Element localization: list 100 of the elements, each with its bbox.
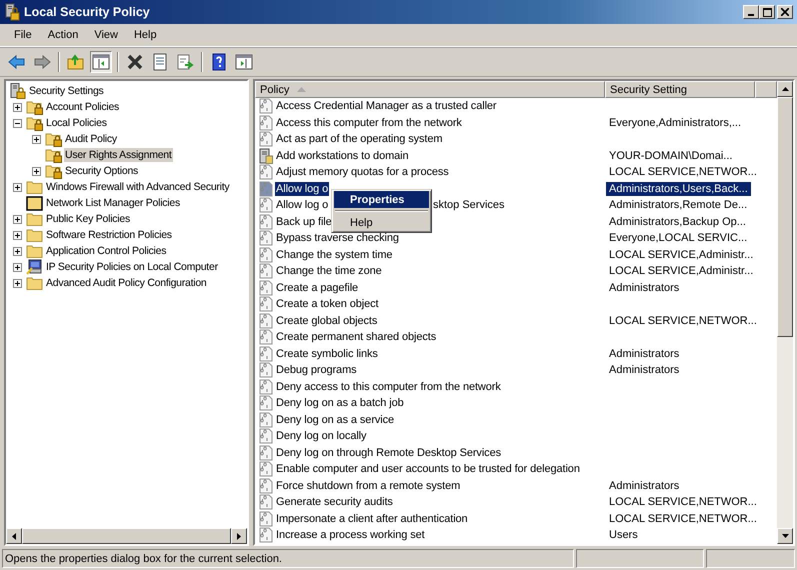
folder-icon xyxy=(26,275,44,291)
expand-icon[interactable] xyxy=(13,182,22,192)
tree-item[interactable]: Security Options xyxy=(64,164,140,178)
server-icon xyxy=(259,148,273,164)
tree-item[interactable]: Public Key Policies xyxy=(45,212,131,226)
expand-icon[interactable] xyxy=(13,262,22,272)
policy-name[interactable]: Add workstations to domain xyxy=(275,148,410,163)
expand-icon[interactable] xyxy=(13,214,22,224)
policy-document-icon xyxy=(259,412,273,428)
maximize-icon xyxy=(762,8,772,16)
expand-icon[interactable] xyxy=(13,230,22,240)
security-setting: Users xyxy=(608,528,639,542)
column-header[interactable]: Security Setting xyxy=(605,81,755,98)
expand-icon[interactable] xyxy=(13,246,22,256)
tree-item[interactable]: Audit Policy xyxy=(64,132,118,146)
expand-icon[interactable] xyxy=(32,134,41,144)
menu-item[interactable]: Action xyxy=(40,27,86,43)
policy-name[interactable]: Create a pagefile xyxy=(275,280,360,295)
policy-name[interactable]: Deny log on as a service xyxy=(275,412,396,427)
tree-item[interactable]: User Rights Assignment xyxy=(64,148,173,162)
policy-document-icon xyxy=(259,395,273,412)
minimize-button[interactable] xyxy=(743,5,759,19)
window-title: Local Security Policy xyxy=(24,5,151,19)
column-header[interactable]: Policy xyxy=(255,81,605,98)
security-setting: Everyone,Administrators,... xyxy=(608,116,742,130)
tree-item[interactable]: IP Security Policies on Local Computer xyxy=(45,260,219,274)
folder-icon xyxy=(26,227,44,243)
tree-item[interactable]: Software Restriction Policies xyxy=(45,228,173,242)
policy-name[interactable]: Increase a process working set xyxy=(275,528,426,542)
menu-item[interactable]: Help xyxy=(126,27,165,43)
policy-name[interactable]: Debug programs xyxy=(275,363,358,378)
policy-name[interactable]: Create symbolic links xyxy=(275,346,379,361)
expand-icon[interactable] xyxy=(32,166,41,176)
policy-name[interactable]: Enable computer and user accounts to be trusted for delegation xyxy=(275,462,581,476)
policy-name[interactable]: Deny log on locally xyxy=(275,429,368,444)
folder-icon xyxy=(26,211,44,227)
policy-name[interactable]: Create permanent shared objects xyxy=(275,330,438,344)
expand-icon[interactable] xyxy=(13,278,22,288)
tree-item[interactable]: Windows Firewall with Advanced Security xyxy=(45,180,230,194)
scroll-thumb[interactable] xyxy=(777,97,793,337)
close-button[interactable] xyxy=(777,5,793,19)
policy-document-icon xyxy=(259,428,273,444)
policy-document-icon xyxy=(259,263,273,280)
panel-toggle-icon[interactable] xyxy=(90,51,112,73)
down-arrow-icon xyxy=(782,534,788,538)
vertical-scrollbar[interactable] xyxy=(777,81,793,544)
locked-folder-icon xyxy=(26,99,44,115)
policy-name[interactable]: Impersonate a client after authentication xyxy=(275,512,469,526)
scroll-left-button[interactable] xyxy=(6,528,22,544)
security-setting: Administrators xyxy=(608,346,680,361)
tree-item[interactable]: Application Control Policies xyxy=(45,244,168,258)
security-setting: LOCAL SERVICE,NETWOR... xyxy=(608,165,758,180)
expand-icon[interactable] xyxy=(13,102,22,112)
policy-name[interactable]: Change the time zone xyxy=(275,264,383,278)
context-menu-item[interactable]: Properties xyxy=(334,191,429,208)
policy-name[interactable]: Access Credential Manager as a trusted caller xyxy=(275,99,498,114)
scroll-up-button[interactable] xyxy=(777,81,793,97)
security-setting: LOCAL SERVICE,Administr... xyxy=(608,248,754,262)
menu-item[interactable]: View xyxy=(86,27,126,43)
menu-item[interactable]: File xyxy=(6,27,40,43)
policy-name[interactable]: Create global objects xyxy=(275,314,378,328)
policy-document-icon xyxy=(259,230,273,246)
security-setting: LOCAL SERVICE,NETWOR... xyxy=(608,512,758,526)
collapse-icon[interactable] xyxy=(13,118,22,128)
policy-name[interactable]: Create a token object xyxy=(275,297,380,312)
policy-document-icon xyxy=(259,131,273,148)
policy-name[interactable]: Deny access to this computer from the network xyxy=(275,380,502,394)
security-setting: YOUR-DOMAIN\Domai... xyxy=(608,148,734,163)
tree-item[interactable]: Local Policies xyxy=(45,116,108,130)
policy-document-icon xyxy=(259,280,273,296)
policy-name[interactable]: Allow log o xyxy=(275,182,330,196)
tree-item[interactable]: Network List Manager Policies xyxy=(45,196,181,210)
security-setting: LOCAL SERVICE,NETWOR... xyxy=(608,314,758,328)
policy-name[interactable]: Change the system time xyxy=(275,248,394,262)
security-setting: Administrators xyxy=(608,478,680,493)
policy-name[interactable]: Access this computer from the network xyxy=(275,116,463,130)
policy-name[interactable]: Back up file xyxy=(275,214,333,229)
tree-item[interactable]: Advanced Audit Policy Configuration xyxy=(45,276,208,290)
policy-name[interactable]: Adjust memory quotas for a process xyxy=(275,165,450,180)
policy-name[interactable]: Deny log on through Remote Desktop Services xyxy=(275,446,502,460)
security-setting: Everyone,LOCAL SERVIC... xyxy=(608,231,748,246)
policy-name: sktop Services xyxy=(433,199,505,212)
maximize-button[interactable] xyxy=(759,5,775,19)
scroll-down-button[interactable] xyxy=(777,528,793,544)
close-icon xyxy=(781,8,789,16)
policy-name[interactable]: Act as part of the operating system xyxy=(275,132,444,146)
tree-item[interactable]: Account Policies xyxy=(45,100,120,114)
policy-name[interactable]: Deny log on as a batch job xyxy=(275,396,405,410)
server-lock-icon xyxy=(4,3,20,21)
scroll-right-button[interactable] xyxy=(231,528,247,544)
policy-name[interactable]: Allow log o xyxy=(275,198,330,212)
up-arrow-icon xyxy=(782,87,788,91)
policy-name[interactable]: Force shutdown from a remote system xyxy=(275,478,462,493)
locked-folder-icon xyxy=(26,115,44,131)
policy-name[interactable]: Bypass traverse checking xyxy=(275,231,400,246)
policy-name[interactable]: Generate security audits xyxy=(275,495,394,510)
security-setting: Administrators xyxy=(608,280,680,295)
context-menu-item[interactable]: Help xyxy=(334,214,429,231)
tree-item[interactable]: Security Settings xyxy=(28,84,105,98)
security-setting: Administrators,Users,Back... xyxy=(606,182,751,196)
